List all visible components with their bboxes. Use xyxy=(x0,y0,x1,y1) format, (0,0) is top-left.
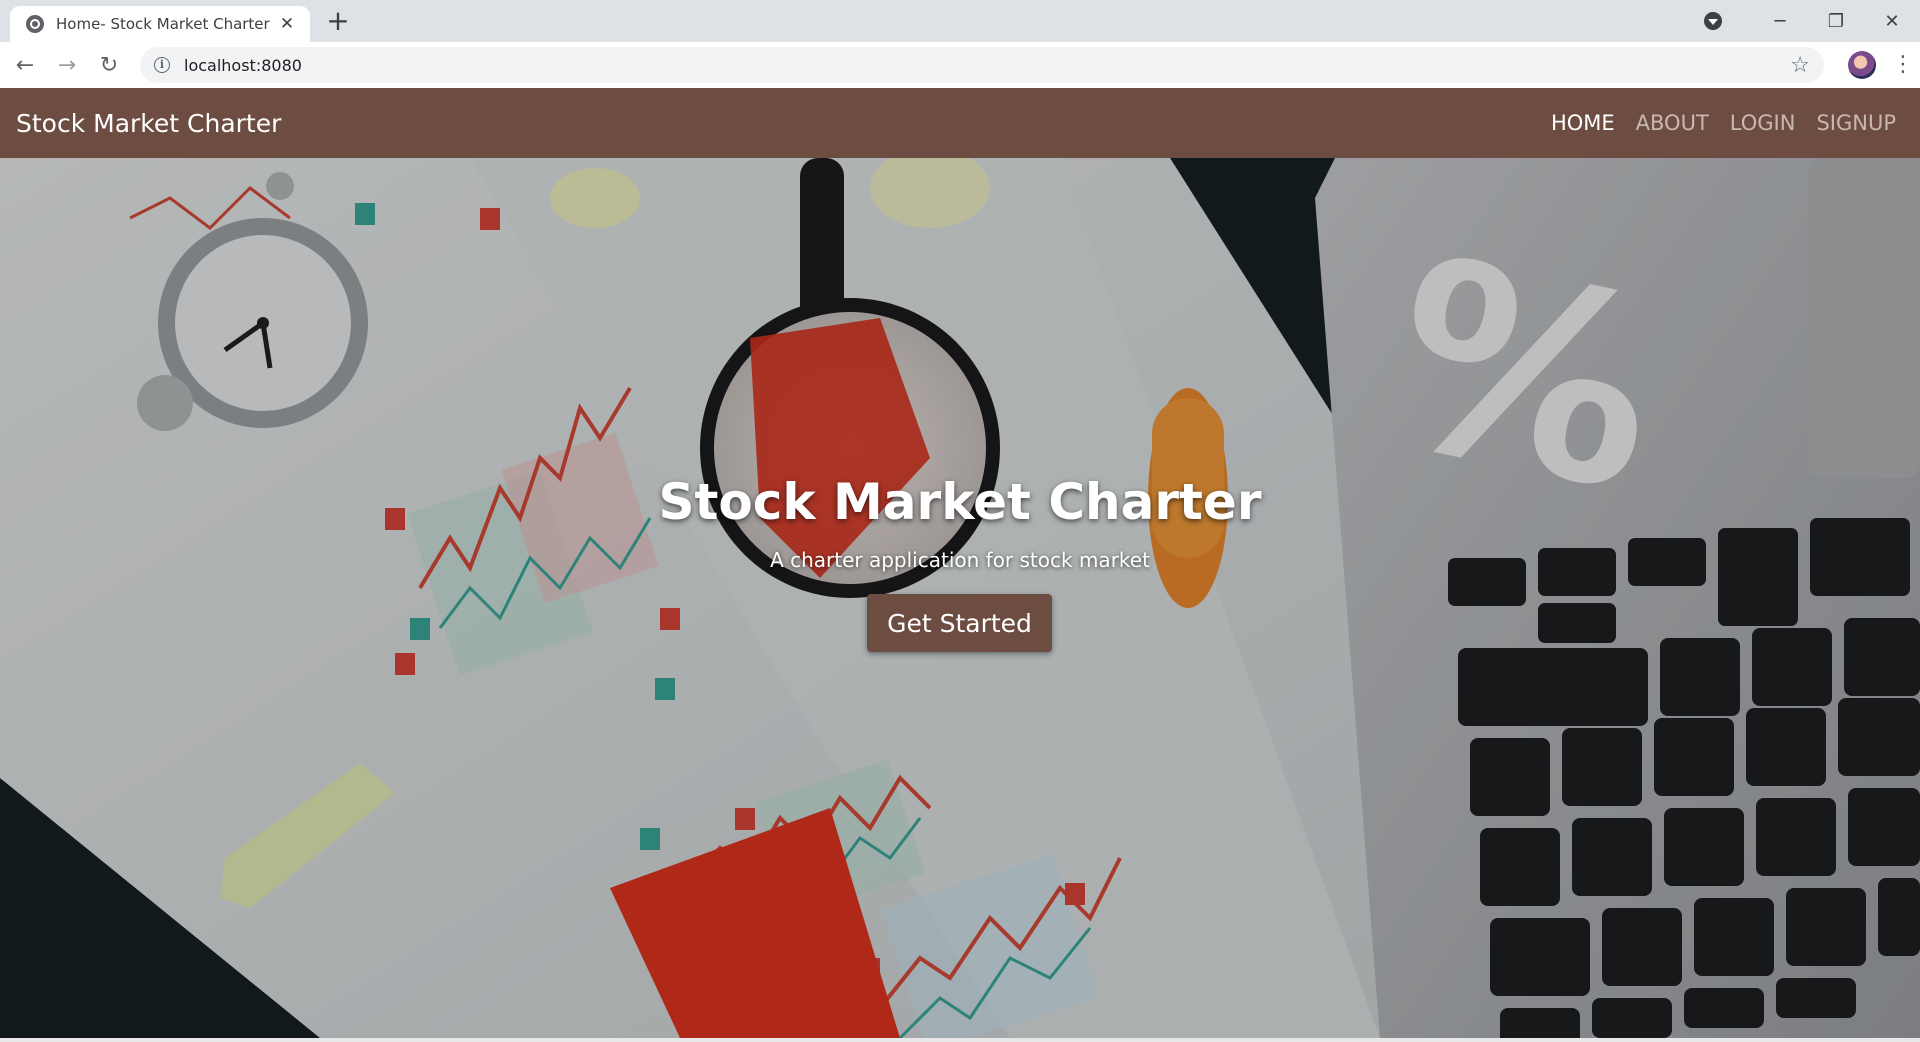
hero-content: Stock Market Charter A charter applicati… xyxy=(0,158,1920,1038)
tab-search-icon[interactable] xyxy=(1704,12,1722,30)
forward-icon[interactable]: → xyxy=(50,48,84,82)
globe-icon xyxy=(26,15,44,33)
reload-icon[interactable]: ↻ xyxy=(92,48,126,82)
nav-home-link[interactable]: HOME xyxy=(1551,111,1615,135)
minimize-icon[interactable]: ─ xyxy=(1752,11,1808,32)
url-text[interactable]: localhost:8080 xyxy=(184,56,1790,75)
web-page: Stock Market Charter HOME ABOUT LOGIN SI… xyxy=(0,88,1920,1042)
nav-links: HOME ABOUT LOGIN SIGNUP xyxy=(1551,111,1896,135)
site-info-icon[interactable]: i xyxy=(154,57,170,73)
window-close-icon[interactable]: ✕ xyxy=(1864,11,1920,32)
window-controls: ─ ❐ ✕ xyxy=(1704,0,1920,42)
new-tab-button[interactable]: + xyxy=(323,6,353,36)
nav-about-link[interactable]: ABOUT xyxy=(1636,111,1709,135)
browser-toolbar: ← → ↻ i localhost:8080 ☆ ⋮ xyxy=(0,42,1920,88)
profile-avatar[interactable] xyxy=(1848,51,1876,79)
page-bottom-edge xyxy=(0,1038,1920,1042)
tab-title: Home- Stock Market Charter xyxy=(56,15,270,33)
nav-login-link[interactable]: LOGIN xyxy=(1730,111,1796,135)
back-icon[interactable]: ← xyxy=(8,48,42,82)
browser-tab[interactable]: Home- Stock Market Charter ✕ xyxy=(10,6,310,42)
hero-subtitle: A charter application for stock market xyxy=(770,548,1150,572)
browser-menu-icon[interactable]: ⋮ xyxy=(1892,54,1914,76)
restore-icon[interactable]: ❐ xyxy=(1808,11,1864,32)
bookmark-star-icon[interactable]: ☆ xyxy=(1790,53,1810,78)
nav-signup-link[interactable]: SIGNUP xyxy=(1816,111,1896,135)
site-brand[interactable]: Stock Market Charter xyxy=(16,109,281,138)
browser-tabstrip: Home- Stock Market Charter ✕ + ─ ❐ ✕ xyxy=(0,0,1920,42)
address-bar[interactable]: i localhost:8080 ☆ xyxy=(140,47,1824,83)
get-started-button[interactable]: Get Started xyxy=(867,594,1052,652)
hero-title: Stock Market Charter xyxy=(658,473,1262,531)
site-navbar: Stock Market Charter HOME ABOUT LOGIN SI… xyxy=(0,88,1920,158)
tab-close-icon[interactable]: ✕ xyxy=(276,14,298,34)
hero-section: % Stock Market Charter A charter applica… xyxy=(0,158,1920,1038)
